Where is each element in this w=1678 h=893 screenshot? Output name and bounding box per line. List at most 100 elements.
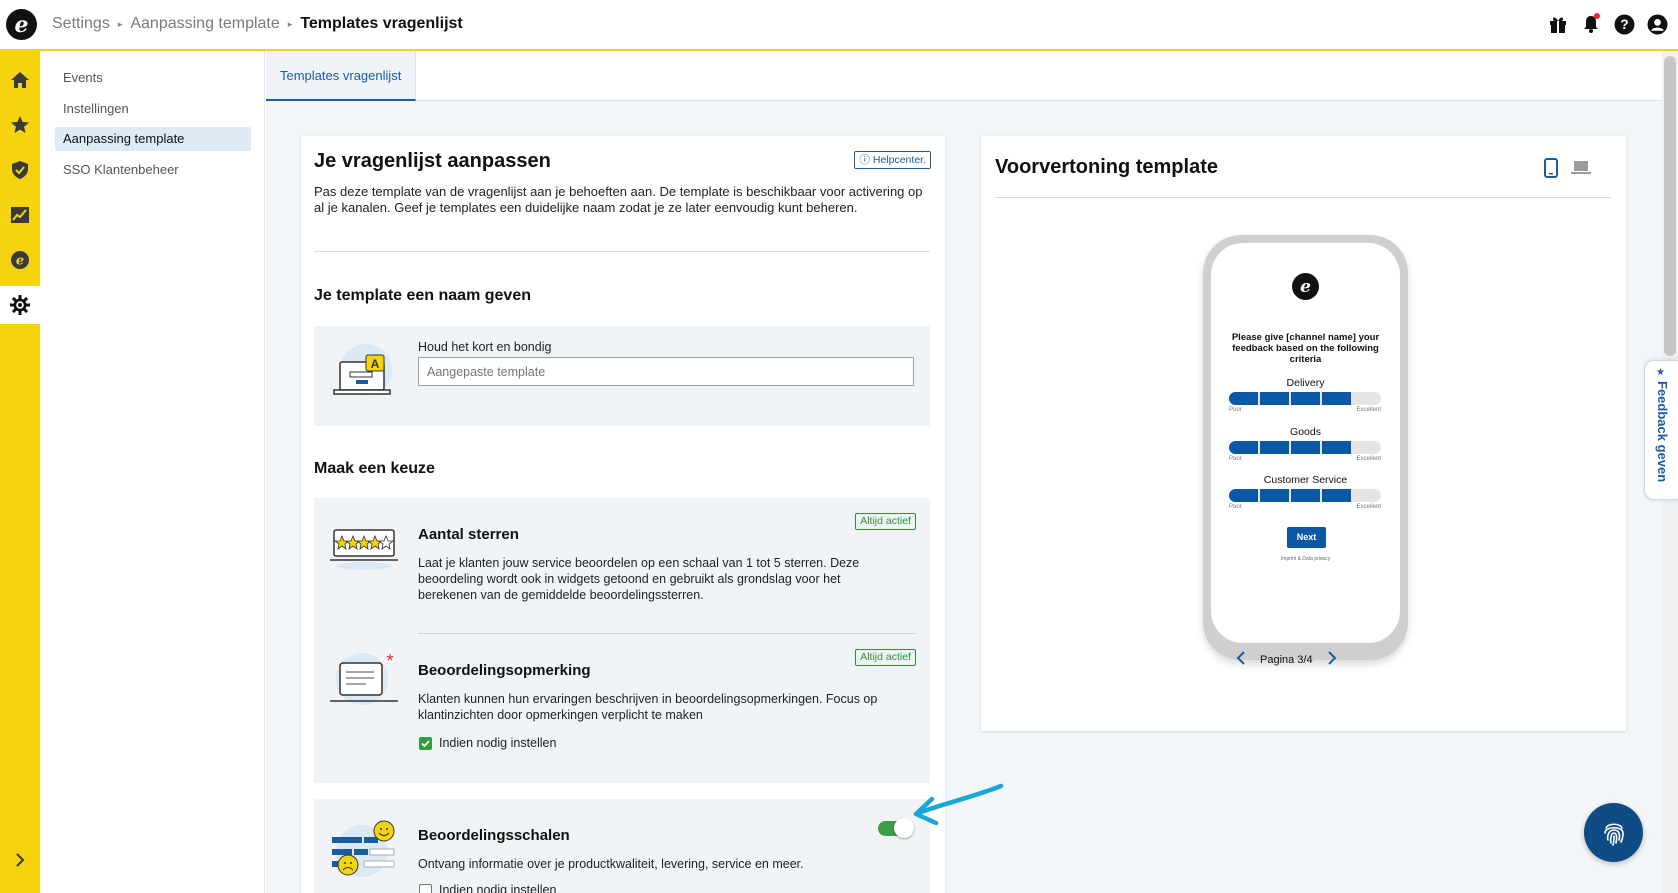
user-icon[interactable] xyxy=(1646,13,1668,35)
breadcrumb-separator-icon: ▸ xyxy=(287,18,293,29)
criterion-label: Delivery xyxy=(1286,377,1325,389)
bar-segment xyxy=(1229,489,1258,502)
phone-question: Please give [channel name] your feedback… xyxy=(1231,332,1380,365)
preview-pager: Pagina 3/4 xyxy=(1236,651,1337,668)
bar-segment xyxy=(1322,392,1351,405)
feedback-side-tab[interactable]: ★ Feedback geven xyxy=(1644,360,1678,500)
svg-text:A: A xyxy=(371,357,380,371)
help-circle-icon: ⓘ xyxy=(859,154,870,166)
breadcrumb-settings[interactable]: Settings xyxy=(52,15,110,33)
comment-required-checkbox[interactable] xyxy=(419,737,432,750)
criterion-bar[interactable] xyxy=(1229,441,1381,454)
gear-icon[interactable] xyxy=(0,286,40,324)
svg-text:*: * xyxy=(386,651,393,671)
bar-segment xyxy=(1291,392,1320,405)
always-active-badge: Altijd actief xyxy=(855,513,916,530)
subnav-item-aanpassing-template[interactable]: Aanpassing template xyxy=(55,127,251,151)
breadcrumb: Settings ▸ Aanpassing template ▸ Templat… xyxy=(52,15,463,33)
bell-icon[interactable] xyxy=(1580,13,1602,35)
trusted-logo-icon[interactable]: e xyxy=(0,241,40,279)
comment-illustration-icon: * xyxy=(328,651,400,714)
svg-text:e: e xyxy=(16,254,24,269)
divider xyxy=(995,197,1611,198)
chevron-right-icon[interactable] xyxy=(0,841,40,879)
home-icon[interactable] xyxy=(0,61,40,99)
laptop-illustration-icon: A xyxy=(328,342,398,405)
phone-screen: e Please give [channel name] your feedba… xyxy=(1211,243,1400,643)
svg-text:?: ? xyxy=(1620,17,1628,32)
bar-segment xyxy=(1260,489,1289,502)
star-icon: ★ xyxy=(1656,367,1665,378)
editor-intro: Pas deze template van de vragenlijst aan… xyxy=(314,184,923,215)
bar-segment xyxy=(1322,441,1351,454)
subnav-item-events[interactable]: Events xyxy=(55,66,251,90)
chart-icon[interactable] xyxy=(0,196,40,234)
main-content: Templates vragenlijst Je vragenlijst aan… xyxy=(266,51,1662,893)
scale-low-label: Poor xyxy=(1229,407,1242,413)
bar-segment xyxy=(1260,392,1289,405)
helpcenter-button[interactable]: ⓘ Helpcenter. xyxy=(854,151,931,169)
phone-next-button[interactable]: Next xyxy=(1287,527,1326,548)
criterion-bar[interactable] xyxy=(1229,489,1381,502)
scales-option-panel: Beoordelingsschalen Ontvang informatie o… xyxy=(314,799,930,893)
scale-low-label: Poor xyxy=(1229,504,1242,510)
top-bar: e Settings ▸ Aanpassing template ▸ Templ… xyxy=(0,0,1678,51)
chevron-left-icon[interactable] xyxy=(1236,651,1246,668)
divider xyxy=(418,633,916,634)
scales-illustration-icon xyxy=(328,817,400,884)
mobile-icon[interactable] xyxy=(1544,158,1558,183)
name-section-heading: Je template een naam geven xyxy=(314,287,531,304)
bar-segment xyxy=(1291,489,1320,502)
bar-segment xyxy=(1260,441,1289,454)
tab-templates-vragenlijst[interactable]: Templates vragenlijst xyxy=(266,51,417,101)
name-panel: A Houd het kort en bondig xyxy=(314,326,930,426)
breadcrumb-separator-icon: ▸ xyxy=(117,18,123,29)
scrollbar-thumb[interactable] xyxy=(1664,56,1676,356)
left-rail: e xyxy=(0,51,40,893)
help-icon[interactable]: ? xyxy=(1613,13,1635,35)
criterion-label: Customer Service xyxy=(1263,474,1348,486)
stars-illustration-icon xyxy=(328,516,400,577)
scales-required-label[interactable]: Indien nodig instellen xyxy=(439,883,556,893)
option-comment-title: Beoordelingsopmerking xyxy=(418,662,591,679)
breadcrumb-current: Templates vragenlijst xyxy=(300,15,463,32)
scales-required-checkbox[interactable] xyxy=(419,884,432,893)
pager-label: Pagina 3/4 xyxy=(1260,653,1313,666)
phone-footer-link[interactable]: Imprint & Data privacy xyxy=(1211,556,1400,562)
gift-icon[interactable] xyxy=(1547,13,1569,35)
divider xyxy=(314,251,930,252)
preview-card: Voorvertoning template e Please give [ch… xyxy=(981,136,1626,731)
top-icons: ? xyxy=(1547,13,1668,35)
subnav-item-sso[interactable]: SSO Klantenbeheer xyxy=(55,158,251,182)
scale-low-label: Poor xyxy=(1229,456,1242,462)
chevron-right-icon[interactable] xyxy=(1327,651,1337,668)
fixed-options-panel: Altijd actief Aantal sterren Laat je kla… xyxy=(314,498,930,783)
fingerprint-button[interactable] xyxy=(1584,803,1643,862)
bar-segment xyxy=(1322,489,1351,502)
subnav-item-instellingen[interactable]: Instellingen xyxy=(55,97,251,121)
brand-logo[interactable]: e xyxy=(6,9,37,40)
star-icon[interactable] xyxy=(0,106,40,144)
always-active-badge: Altijd actief xyxy=(855,649,916,666)
option-scales-title: Beoordelingsschalen xyxy=(418,827,570,844)
fingerprint-icon xyxy=(1603,822,1624,846)
bar-segment xyxy=(1291,441,1320,454)
option-stars-text: Laat je klanten jouw service beoordelen … xyxy=(418,556,860,602)
settings-subnav: Events Instellingen Aanpassing template … xyxy=(40,51,265,893)
laptop-icon[interactable] xyxy=(1571,160,1591,180)
name-field-label: Houd het kort en bondig xyxy=(418,340,552,354)
preview-title: Voorvertoning template xyxy=(995,156,1218,178)
feedback-tab-label: Feedback geven xyxy=(1655,381,1670,483)
shield-icon[interactable] xyxy=(0,151,40,189)
option-comment-text: Klanten kunnen hun ervaringen beschrijve… xyxy=(418,692,878,722)
phone-brand-logo: e xyxy=(1292,273,1319,300)
option-scales-text: Ontvang informatie over je productkwalit… xyxy=(418,857,804,871)
bar-segment xyxy=(1229,441,1258,454)
choice-heading: Maak een keuze xyxy=(314,460,435,477)
breadcrumb-aanpassing-template[interactable]: Aanpassing template xyxy=(130,15,279,33)
criterion-bar[interactable] xyxy=(1229,392,1381,405)
comment-required-label[interactable]: Indien nodig instellen xyxy=(439,736,556,750)
template-name-input[interactable] xyxy=(418,357,914,386)
scale-high-label: Excellent xyxy=(1356,456,1381,462)
bar-segment xyxy=(1229,392,1258,405)
